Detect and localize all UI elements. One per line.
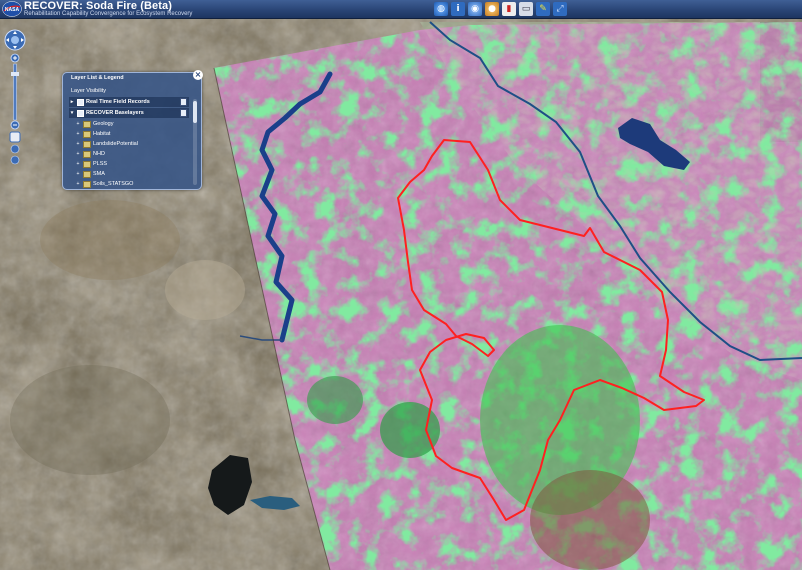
layer-folder-icon bbox=[83, 160, 91, 168]
hand-pan-icon[interactable] bbox=[9, 131, 21, 143]
layer-options-icon[interactable] bbox=[180, 109, 187, 117]
expand-arrow-icon[interactable]: + bbox=[75, 171, 81, 177]
scrollbar-thumb[interactable] bbox=[193, 101, 197, 123]
layer-item-soils-statsgo[interactable]: + Soils_STATSGO bbox=[75, 179, 195, 189]
layer-item-sma[interactable]: + SMA bbox=[75, 169, 195, 179]
map-navigation-control bbox=[4, 29, 26, 165]
layer-checkbox[interactable] bbox=[77, 98, 84, 106]
layer-group-real-time-field-records[interactable]: ▸ Real Time Field Records bbox=[69, 97, 189, 107]
layer-folder-icon bbox=[83, 180, 91, 188]
green-burn-patch bbox=[380, 402, 440, 458]
layer-folder-icon bbox=[83, 150, 91, 158]
layer-item-nhd[interactable]: + NHD bbox=[75, 149, 195, 159]
layer-checkbox[interactable] bbox=[77, 109, 84, 117]
layer-label: LandslidePotential bbox=[93, 141, 138, 147]
measure-icon[interactable]: ⤢ bbox=[553, 2, 567, 16]
print-icon[interactable]: ▭ bbox=[519, 2, 533, 16]
globe-icon[interactable]: ◍ bbox=[434, 2, 448, 16]
layer-item-geology[interactable]: + Geology bbox=[75, 119, 195, 129]
close-icon[interactable]: × bbox=[193, 70, 203, 80]
light-terrain-patch bbox=[165, 260, 245, 320]
app-header: NASA RECOVER: Soda Fire (Beta) Rehabilit… bbox=[0, 0, 802, 19]
world-extent-icon[interactable] bbox=[10, 144, 20, 154]
panel-title: Layer List & Legend bbox=[71, 75, 124, 81]
expand-arrow-icon[interactable]: ▸ bbox=[69, 99, 75, 105]
layer-label: PLSS bbox=[93, 161, 108, 167]
layer-label: NHD bbox=[93, 151, 105, 157]
app-subtitle: Rehabilitation Capability Convergence fo… bbox=[24, 11, 193, 17]
map-icon[interactable]: ◉ bbox=[468, 2, 482, 16]
light-terrain-patch bbox=[40, 200, 180, 280]
panel-scrollbar[interactable] bbox=[193, 99, 197, 185]
layer-label: Habitat bbox=[93, 131, 111, 137]
layer-visibility-label: Layer Visibility bbox=[71, 88, 107, 94]
panel-header[interactable]: Layer List & Legend × bbox=[63, 70, 203, 85]
expand-arrow-icon[interactable]: + bbox=[75, 131, 81, 137]
light-terrain-patch bbox=[10, 365, 170, 475]
nasa-logo-text: NASA bbox=[5, 7, 20, 13]
layer-group-label: Real Time Field Records bbox=[86, 99, 150, 105]
nasa-logo[interactable]: NASA bbox=[2, 1, 22, 17]
expand-arrow-icon[interactable]: + bbox=[75, 151, 81, 157]
layer-group-label: RECOVER Baselayers bbox=[86, 110, 144, 116]
layer-folder-icon bbox=[83, 140, 91, 148]
brown-ridge bbox=[530, 470, 650, 570]
expand-arrow-icon[interactable]: + bbox=[75, 181, 81, 187]
zoom-slider-thumb[interactable] bbox=[11, 72, 19, 76]
info-icon[interactable]: i bbox=[451, 2, 465, 16]
layer-folder-icon bbox=[83, 120, 91, 128]
layer-item-landslide-potential[interactable]: + LandslidePotential bbox=[75, 139, 195, 149]
layer-item-plss[interactable]: + PLSS bbox=[75, 159, 195, 169]
identify-icon[interactable]: ✎ bbox=[536, 2, 550, 16]
green-burn-patch bbox=[307, 376, 363, 424]
layers-icon[interactable]: ● bbox=[485, 2, 499, 16]
expand-arrow-icon[interactable]: + bbox=[75, 161, 81, 167]
bookmark-icon[interactable]: ▮ bbox=[502, 2, 516, 16]
layer-folder-icon bbox=[83, 170, 91, 178]
expand-arrow-icon[interactable]: + bbox=[75, 121, 81, 127]
layer-item-habitat[interactable]: + Habitat bbox=[75, 129, 195, 139]
layer-label: Geology bbox=[93, 121, 114, 127]
toolbar: ◍ i ◉ ● ▮ ▭ ✎ ⤢ bbox=[434, 2, 567, 16]
rotate-icon[interactable] bbox=[10, 155, 20, 165]
layer-label: Soils_STATSGO bbox=[93, 181, 134, 187]
layer-folder-icon bbox=[83, 130, 91, 138]
layer-options-icon[interactable] bbox=[180, 98, 187, 106]
layer-label: SMA bbox=[93, 171, 105, 177]
layer-list-panel: Layer List & Legend × Layer Visibility ▸… bbox=[62, 70, 203, 190]
expand-arrow-icon[interactable]: + bbox=[75, 141, 81, 147]
collapse-arrow-icon[interactable]: ▾ bbox=[69, 110, 75, 116]
layer-group-recover-baselayers[interactable]: ▾ RECOVER Baselayers bbox=[69, 108, 189, 118]
